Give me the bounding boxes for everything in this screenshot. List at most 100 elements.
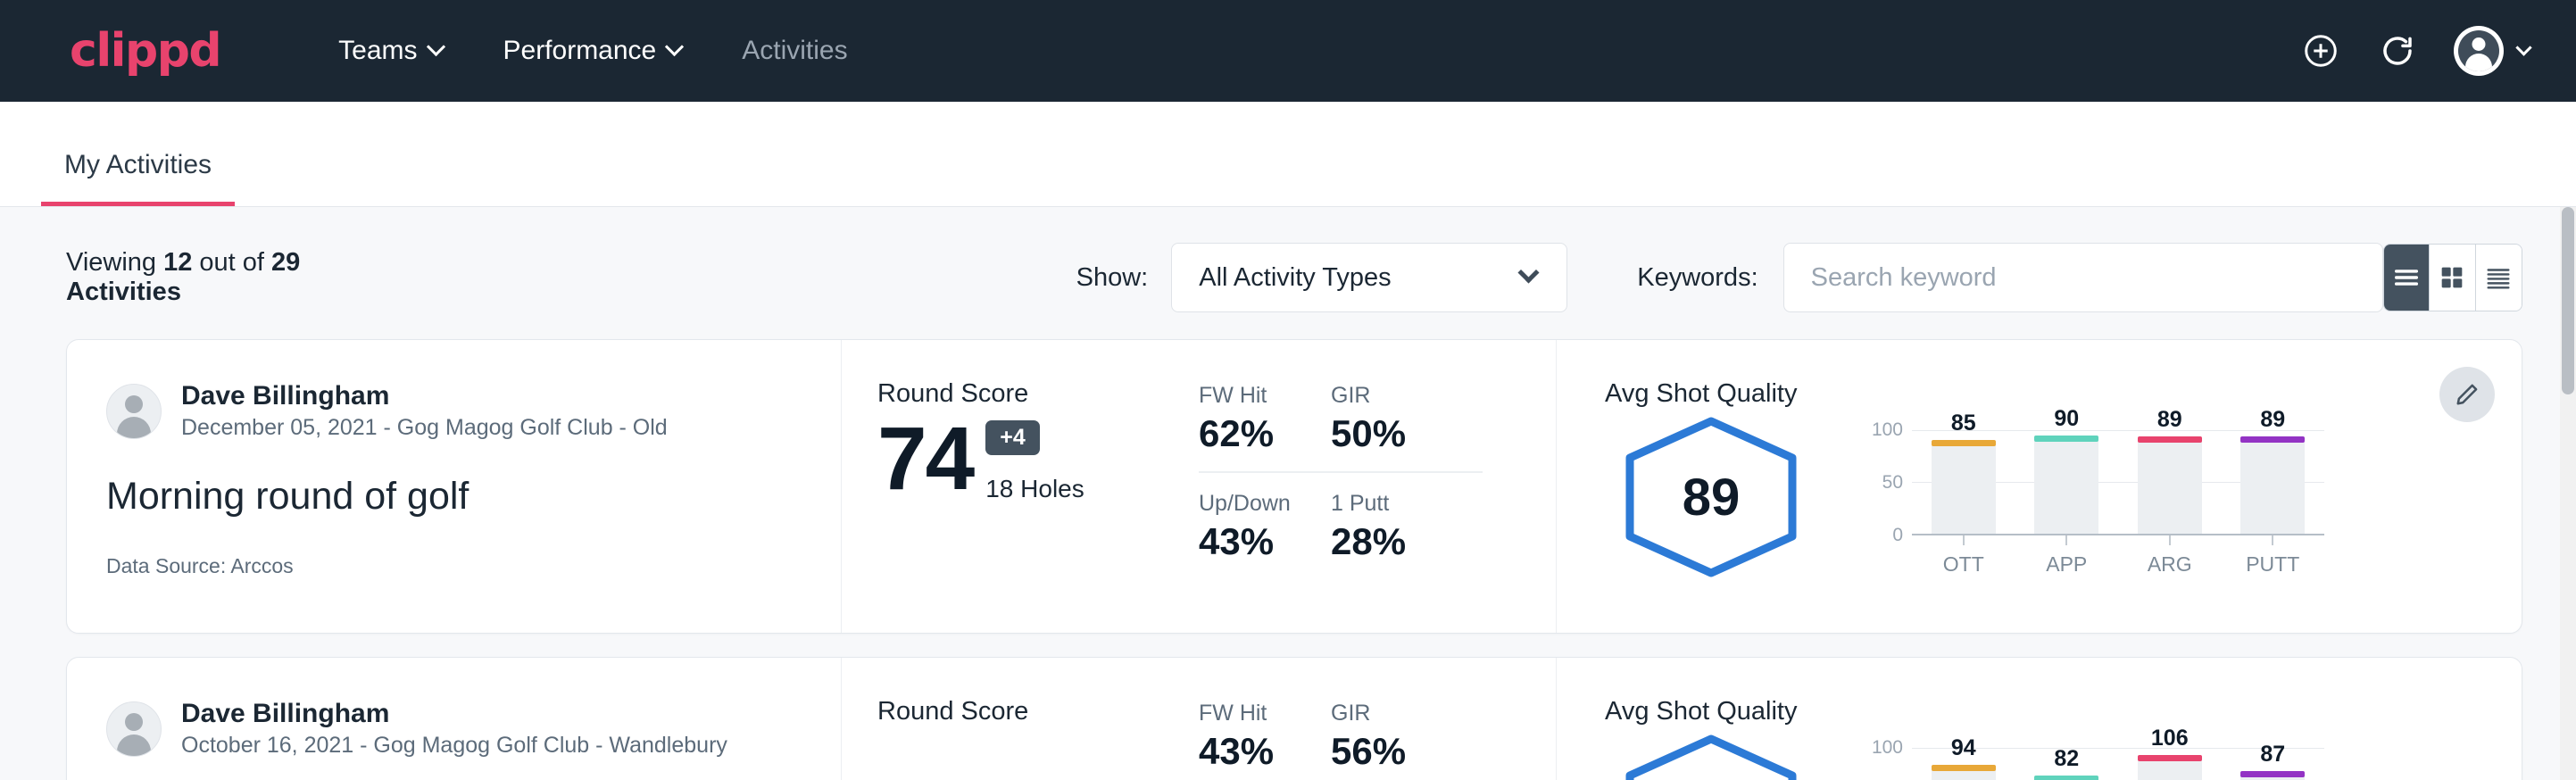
chart-bar-cap [1932, 765, 1996, 771]
chart-bar-value: 106 [2151, 726, 2189, 751]
avg-shot-quality-label: Avg Shot Quality [1605, 697, 2486, 726]
grid-view-button[interactable] [2430, 245, 2476, 311]
chart-bar [2138, 760, 2202, 780]
chart-bars: 85908989 [1912, 430, 2324, 534]
nav-item-performance-label: Performance [503, 36, 657, 66]
chart-x-tick-putt: PUTT [2222, 535, 2325, 577]
clippd-logo[interactable]: clippd [70, 24, 220, 78]
chart-bar-value: 89 [2260, 407, 2285, 433]
scrollbar-thumb[interactable] [2562, 207, 2574, 394]
stat-value: 43% [1199, 730, 1331, 773]
stat-fw-hit: FW Hit 43% [1199, 701, 1331, 780]
nav-actions [2300, 26, 2530, 76]
stat-value: 28% [1331, 520, 1483, 563]
chart-bar-cap [2034, 436, 2098, 442]
player-name: Dave Billingham [181, 379, 668, 413]
activity-identity: Dave Billingham December 05, 2021 - Gog … [67, 340, 842, 633]
chart-bar-value: 94 [1951, 735, 1976, 761]
chart-bar-putt: 89 [2222, 430, 2325, 534]
chart-bar [2138, 442, 2202, 534]
chart-bar-app: 82 [2015, 748, 2119, 780]
stat-up-down: Up/Down 43% [1199, 491, 1331, 572]
chart-y-axis: 100 50 0 [1860, 430, 1903, 535]
activity-player: Dave Billingham December 05, 2021 - Gog … [106, 379, 805, 443]
round-score-block: Round Score 74 +4 18 Holes [842, 340, 1199, 633]
stat-value: 62% [1199, 412, 1331, 455]
chart-bar-putt: 87 [2222, 748, 2325, 780]
activity-type-select[interactable]: All Activity Types [1171, 243, 1567, 312]
stat-fw-hit: FW Hit 62% [1199, 383, 1331, 473]
refresh-icon[interactable] [2377, 30, 2418, 71]
round-score-label: Round Score [877, 379, 1190, 409]
axis-tick [1963, 535, 1965, 545]
axis-tick [2272, 535, 2273, 545]
shot-quality-block: Avg Shot Quality 100 [1556, 658, 2522, 780]
shot-quality-block: Avg Shot Quality 89 100 50 0 [1556, 340, 2522, 633]
vertical-scrollbar[interactable] [2560, 207, 2576, 780]
nav-item-performance[interactable]: Performance [473, 36, 712, 66]
chart-plot-area: 948210687 [1912, 748, 2324, 780]
account-avatar[interactable] [2454, 26, 2530, 76]
score-to-par-badge: +4 [985, 420, 1040, 455]
chart-bar-cap [2138, 755, 2202, 761]
chart-bar [2240, 442, 2305, 534]
edit-activity-button[interactable] [2439, 367, 2495, 422]
search-input[interactable] [1783, 243, 2383, 312]
viewing-summary: Viewing 12 out of 29 Activities [66, 248, 307, 307]
stats-block: FW Hit 43% GIR 56% [1199, 658, 1556, 780]
round-score-value: 74 [877, 414, 973, 503]
detail-view-button[interactable] [2476, 245, 2522, 311]
chart-bar-cap [2240, 436, 2305, 443]
player-name: Dave Billingham [181, 697, 727, 731]
chart-bar [2240, 776, 2305, 780]
person-icon [2458, 30, 2499, 71]
shot-quality-hexagon [1619, 732, 1803, 780]
chart-y-axis: 100 [1860, 748, 1903, 780]
list-view-button[interactable] [2384, 245, 2431, 311]
chart-x-tick-arg: ARG [2118, 535, 2222, 577]
chart-bar [2034, 441, 2098, 534]
keywords-filter-group: Keywords: [1637, 243, 2382, 312]
activity-meta: October 16, 2021 - Gog Magog Golf Club -… [181, 731, 727, 761]
stat-label: FW Hit [1199, 383, 1331, 409]
activity-list: Dave Billingham December 05, 2021 - Gog … [0, 339, 2576, 780]
shot-quality-bar-chart: 100 948210687 OTTAPPARGPUTT [1860, 748, 2324, 780]
stat-label: FW Hit [1199, 701, 1331, 726]
primary-nav: Teams Performance Activities [308, 36, 877, 66]
stat-gir: GIR 56% [1331, 701, 1483, 780]
chevron-down-icon [665, 37, 684, 55]
activity-player: Dave Billingham October 16, 2021 - Gog M… [106, 697, 805, 760]
viewing-count: 12 [163, 248, 192, 277]
avatar [106, 384, 162, 439]
tab-my-activities[interactable]: My Activities [41, 150, 235, 206]
stat-value: 50% [1331, 412, 1483, 455]
top-navigation-bar: clippd Teams Performance Activities [0, 0, 2576, 102]
activity-type-select-value: All Activity Types [1199, 263, 1391, 293]
activity-card[interactable]: Dave Billingham December 05, 2021 - Gog … [66, 339, 2522, 634]
chart-x-label: OTT [1943, 552, 1984, 577]
activity-title: Morning round of golf [106, 475, 805, 519]
stat-label: GIR [1331, 383, 1483, 409]
chevron-down-icon [426, 37, 445, 55]
activity-card[interactable]: Dave Billingham October 16, 2021 - Gog M… [66, 657, 2522, 780]
stat-label: 1 Putt [1331, 491, 1483, 517]
chevron-down-icon [1518, 261, 1540, 283]
chart-x-label: ARG [2148, 552, 2192, 577]
add-icon[interactable] [2300, 30, 2341, 71]
y-tick-label: 100 [1872, 737, 1903, 759]
chart-bar-app: 90 [2015, 430, 2119, 534]
nav-item-teams[interactable]: Teams [308, 36, 472, 66]
round-score-block: Round Score [842, 658, 1199, 780]
round-score-label: Round Score [877, 697, 1190, 726]
chart-bar-cap [2138, 436, 2202, 443]
y-tick-label: 50 [1882, 472, 1903, 494]
y-tick-label: 100 [1872, 419, 1903, 441]
chart-x-tick-ott: OTT [1912, 535, 2015, 577]
main-content: Viewing 12 out of 29 Activities Show: Al… [0, 207, 2576, 780]
chart-bar-ott: 94 [1912, 748, 2015, 780]
y-tick-label: 0 [1892, 525, 1903, 546]
stat-gir: GIR 50% [1331, 383, 1483, 473]
nav-item-activities[interactable]: Activities [711, 36, 877, 66]
avatar [106, 701, 162, 757]
shot-quality-hexagon: 89 [1619, 414, 1803, 580]
